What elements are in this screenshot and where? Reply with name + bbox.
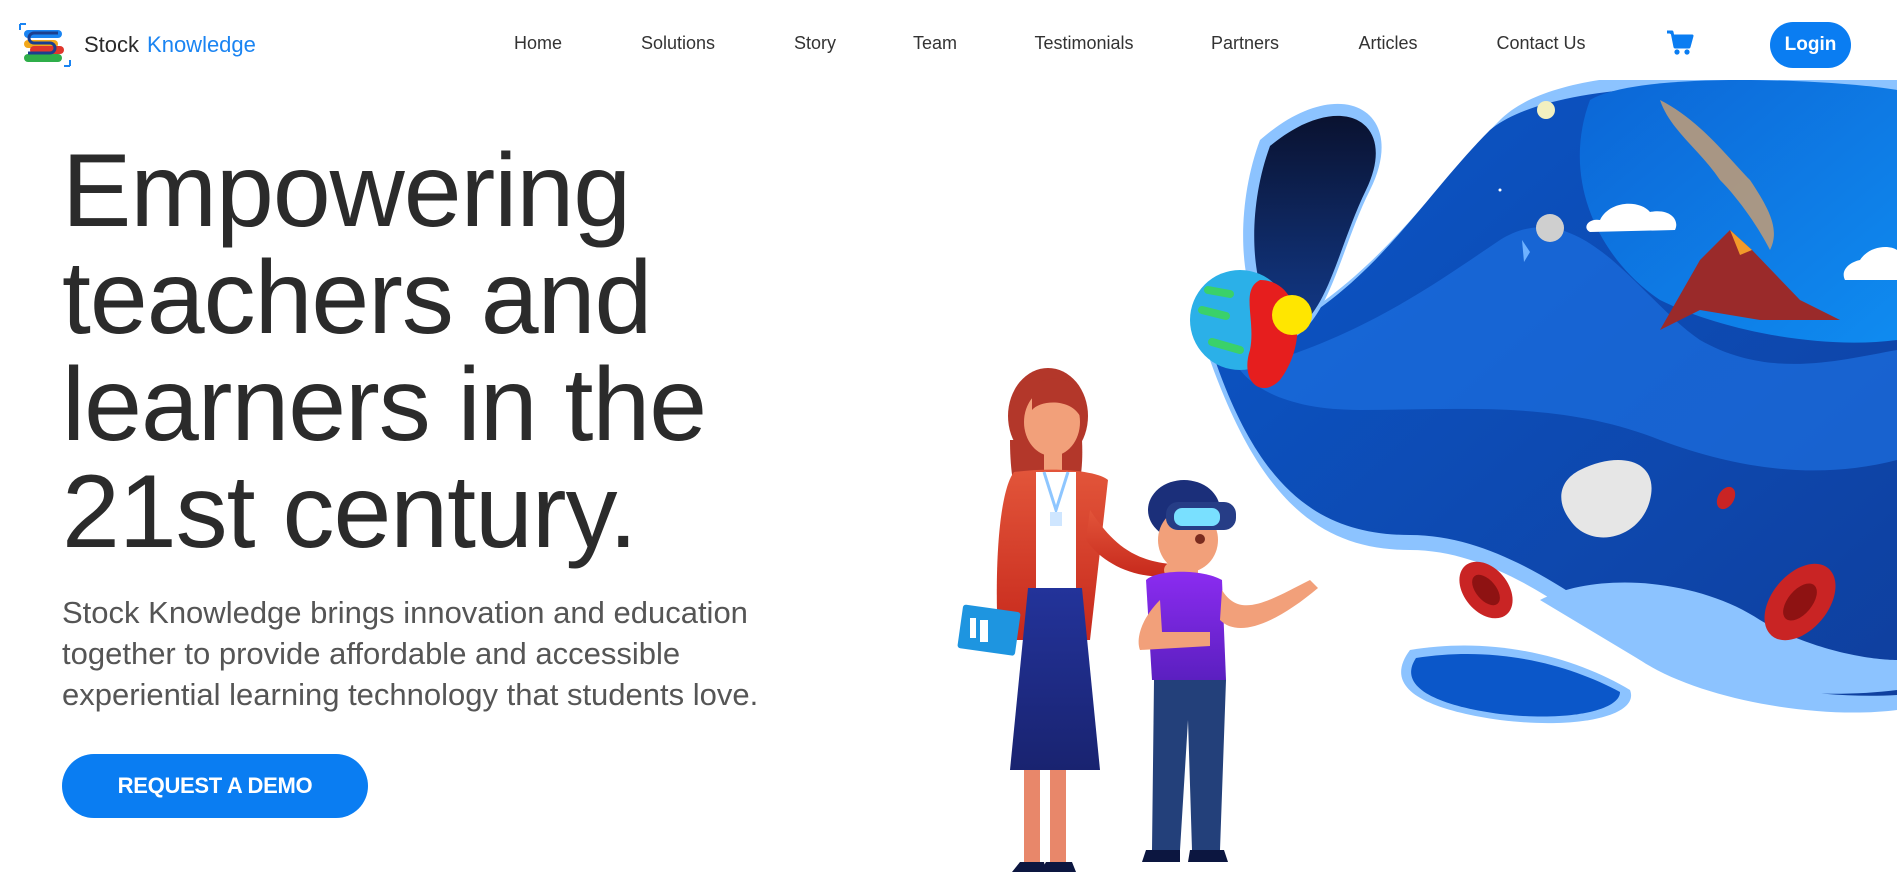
- hero-subtitle-line: Stock Knowledge brings innovation and ed…: [62, 595, 748, 630]
- shopping-cart-icon[interactable]: [1666, 30, 1694, 61]
- nav-item-articles[interactable]: Articles: [1358, 33, 1417, 54]
- nav-item-home[interactable]: Home: [514, 33, 562, 54]
- hero-title-line: teachers and: [62, 240, 652, 356]
- hero-subtitle: Stock Knowledge brings innovation and ed…: [62, 592, 882, 715]
- hero-title: Empowering teachers and learners in the …: [62, 138, 842, 566]
- nav-item-partners[interactable]: Partners: [1211, 33, 1279, 54]
- hero-title-line: 21st century.: [62, 454, 638, 570]
- nav-item-contact-us[interactable]: Contact Us: [1496, 33, 1585, 54]
- hero-subtitle-line: experiential learning technology that st…: [62, 677, 759, 712]
- nav-item-story[interactable]: Story: [794, 33, 836, 54]
- nav-item-team[interactable]: Team: [913, 33, 957, 54]
- hero-title-line: Empowering: [62, 133, 631, 249]
- site-header: Stock Knowledge Home Solutions Story Team…: [0, 0, 1897, 90]
- hero-subtitle-line: together to provide affordable and acces…: [62, 636, 681, 671]
- student-figure: [1138, 480, 1318, 862]
- hero-title-line: learners in the: [62, 347, 707, 463]
- request-demo-button[interactable]: REQUEST A DEMO: [62, 754, 368, 818]
- main-nav: Home Solutions Story Team Testimonials P…: [0, 0, 1897, 90]
- hero-illustration: [957, 80, 1897, 872]
- nav-item-solutions[interactable]: Solutions: [641, 33, 715, 54]
- login-button[interactable]: Login: [1770, 22, 1851, 68]
- nav-item-testimonials[interactable]: Testimonials: [1034, 33, 1133, 54]
